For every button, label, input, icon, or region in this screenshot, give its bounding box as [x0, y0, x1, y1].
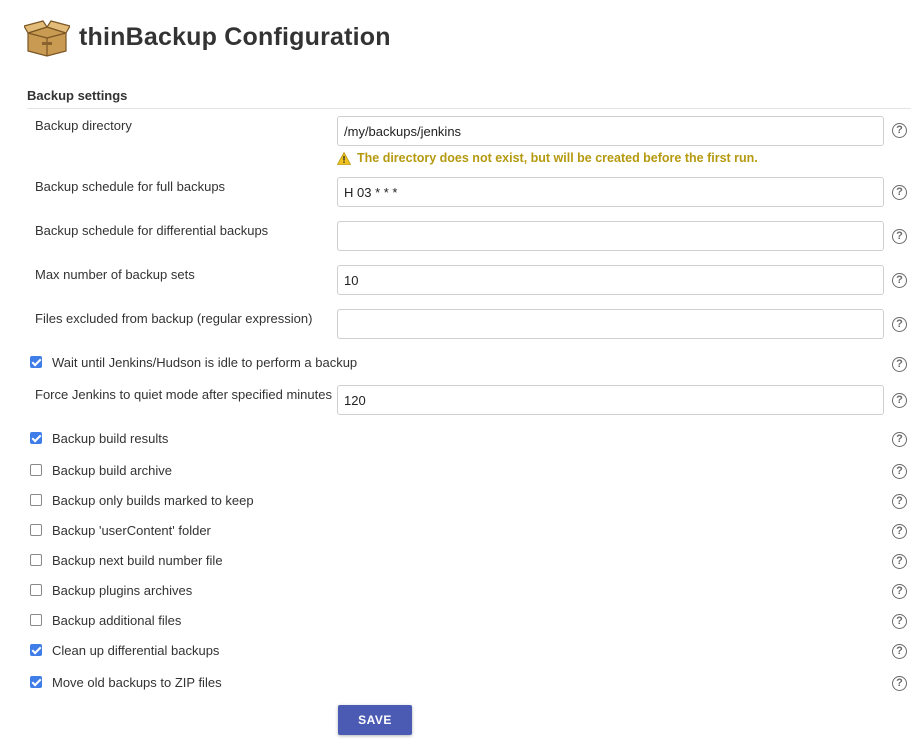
- max-sets-label: Max number of backup sets: [35, 267, 195, 282]
- checkbox-zip-old-backups[interactable]: [30, 676, 42, 688]
- max-sets-input[interactable]: [337, 265, 884, 295]
- directory-warning: The directory does not exist, but will b…: [337, 151, 758, 165]
- checkbox-additional-files[interactable]: [30, 614, 42, 626]
- section-title: Backup settings: [27, 88, 128, 103]
- checkbox-label: Move old backups to ZIP files: [52, 675, 222, 690]
- help-icon[interactable]: ?: [892, 644, 907, 659]
- full-schedule-label: Backup schedule for full backups: [35, 179, 226, 194]
- page-title: thinBackup Configuration: [79, 22, 391, 51]
- help-icon[interactable]: ?: [892, 432, 907, 447]
- backup-directory-input[interactable]: [337, 116, 884, 146]
- help-icon[interactable]: ?: [892, 185, 907, 200]
- help-icon[interactable]: ?: [892, 317, 907, 332]
- checkbox-label: Backup plugins archives: [52, 583, 193, 598]
- page-header: thinBackup Configuration: [24, 17, 391, 57]
- checkbox-builds-marked-keep[interactable]: [30, 494, 42, 506]
- checkbox-label: Backup next build number file: [52, 553, 223, 568]
- excluded-files-input[interactable]: [337, 309, 884, 339]
- excluded-files-label: Files excluded from backup (regular expr…: [35, 311, 313, 326]
- help-icon[interactable]: ?: [892, 554, 907, 569]
- help-icon[interactable]: ?: [892, 584, 907, 599]
- checkbox-clean-differential[interactable]: [30, 644, 42, 656]
- full-schedule-input[interactable]: [337, 177, 884, 207]
- checkbox-label: Backup build results: [52, 431, 169, 446]
- checkbox-build-archive[interactable]: [30, 464, 42, 476]
- section-divider: [27, 108, 911, 109]
- checkbox-label: Clean up differential backups: [52, 643, 220, 658]
- help-icon[interactable]: ?: [892, 357, 907, 372]
- checkbox-plugins-archives[interactable]: [30, 584, 42, 596]
- checkbox-label: Backup build archive: [52, 463, 172, 478]
- checkbox-label: Backup 'userContent' folder: [52, 523, 211, 538]
- backup-directory-label: Backup directory: [35, 118, 132, 133]
- help-icon[interactable]: ?: [892, 464, 907, 479]
- checkbox-wait-idle[interactable]: [30, 356, 42, 368]
- checkbox-label: Backup additional files: [52, 613, 182, 628]
- checkbox-next-build-number[interactable]: [30, 554, 42, 566]
- help-icon[interactable]: ?: [892, 614, 907, 629]
- quiet-mode-label: Force Jenkins to quiet mode after specif…: [35, 387, 332, 402]
- checkbox-label: Wait until Jenkins/Hudson is idle to per…: [52, 355, 358, 370]
- checkbox-build-results[interactable]: [30, 432, 42, 444]
- help-icon[interactable]: ?: [892, 229, 907, 244]
- help-icon[interactable]: ?: [892, 123, 907, 138]
- warning-icon: [337, 151, 351, 165]
- save-button[interactable]: SAVE: [338, 705, 412, 735]
- help-icon[interactable]: ?: [892, 524, 907, 539]
- checkbox-label: Backup only builds marked to keep: [52, 493, 254, 508]
- quiet-mode-input[interactable]: [337, 385, 884, 415]
- warning-text: The directory does not exist, but will b…: [357, 151, 758, 165]
- help-icon[interactable]: ?: [892, 494, 907, 509]
- checkbox-user-content[interactable]: [30, 524, 42, 536]
- help-icon[interactable]: ?: [892, 393, 907, 408]
- diff-schedule-input[interactable]: [337, 221, 884, 251]
- help-icon[interactable]: ?: [892, 676, 907, 691]
- help-icon[interactable]: ?: [892, 273, 907, 288]
- backup-box-icon: [24, 20, 70, 57]
- diff-schedule-label: Backup schedule for differential backups: [35, 223, 269, 238]
